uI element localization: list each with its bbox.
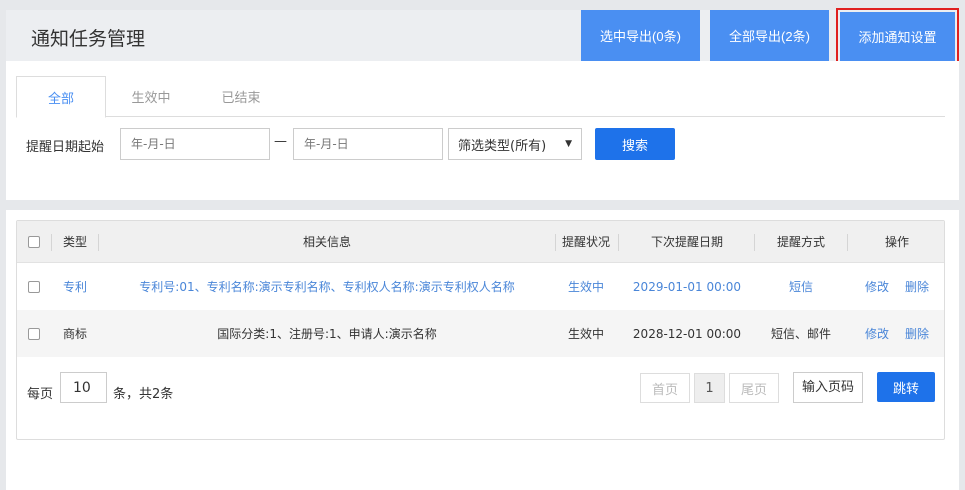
row-type: 商标	[63, 327, 88, 341]
row-actions: 修改 删除	[850, 310, 944, 357]
search-button[interactable]: 搜索	[595, 128, 675, 160]
table-panel: 类型 相关信息 提醒状况 下次提醒日期 提醒方式 操作 专利 专利号:01、专利…	[6, 210, 959, 490]
per-page-label: 每页	[27, 387, 54, 402]
column-divider	[754, 234, 755, 251]
row-next-date: 2029-01-01 00:00	[632, 279, 742, 294]
row-checkbox[interactable]	[28, 280, 40, 293]
edit-link[interactable]: 修改	[865, 278, 889, 295]
column-divider	[98, 234, 99, 251]
header-bar: 通知任务管理 选中导出(0条) 全部导出(2条) 添加通知设置	[6, 8, 959, 65]
start-date-input[interactable]	[120, 128, 270, 160]
date-range-label: 提醒日期起始	[26, 140, 105, 155]
table-row: 商标 国际分类:1、注册号:1、申请人:演示名称 生效中 2028-12-01 …	[17, 310, 944, 357]
row-actions: 修改 删除	[850, 263, 944, 310]
row-select-cell	[26, 263, 42, 310]
column-header-next-date: 下次提醒日期	[650, 235, 723, 249]
export-selected-button[interactable]: 选中导出(0条)	[581, 10, 700, 61]
type-filter-value: 筛选类型(所有)	[458, 138, 547, 154]
select-all-cell	[26, 221, 42, 262]
delete-link[interactable]: 删除	[905, 278, 929, 295]
export-all-button[interactable]: 全部导出(2条)	[710, 10, 829, 61]
row-type[interactable]: 专利	[57, 263, 97, 310]
row-method: 短信	[788, 280, 813, 294]
column-header-status: 提醒状况	[561, 235, 610, 249]
end-date-input[interactable]	[293, 128, 443, 160]
row-method: 短信、邮件	[770, 327, 831, 341]
tab-active[interactable]: 生效中	[116, 76, 186, 117]
per-page-input[interactable]	[60, 372, 107, 403]
status-tabs: 全部 生效中 已结束	[16, 76, 945, 118]
table-header: 类型 相关信息 提醒状况 下次提醒日期 提醒方式 操作	[17, 221, 944, 263]
table-row: 专利 专利号:01、专利名称:演示专利名称、专利权人名称:演示专利权人名称 生效…	[17, 263, 944, 310]
column-divider	[847, 234, 848, 251]
column-divider	[51, 234, 52, 251]
goto-page-input[interactable]	[793, 372, 863, 403]
row-checkbox[interactable]	[28, 327, 40, 340]
add-notification-setting-button[interactable]: 添加通知设置	[840, 12, 955, 61]
column-header-actions: 操作	[884, 235, 909, 249]
total-count-text: 条，共2条	[113, 387, 174, 402]
select-all-checkbox[interactable]	[28, 235, 40, 248]
page-number-button[interactable]: 1	[694, 373, 725, 403]
page-title: 通知任务管理	[31, 28, 146, 50]
last-page-button[interactable]: 尾页	[729, 373, 779, 403]
filter-panel: 全部 生效中 已结束 提醒日期起始 — 筛选类型(所有) ▼ 搜索	[6, 61, 959, 200]
row-next-date: 2028-12-01 00:00	[632, 326, 742, 341]
column-header-type: 类型	[63, 235, 88, 249]
row-select-cell	[26, 310, 42, 357]
row-info[interactable]: 专利号:01、专利名称:演示专利名称、专利权人名称:演示专利权人名称	[102, 263, 552, 310]
date-separator: —	[274, 134, 287, 149]
column-header-method: 提醒方式	[776, 235, 825, 249]
row-status: 生效中	[567, 327, 604, 341]
jump-button[interactable]: 跳转	[877, 372, 935, 402]
caret-down-icon: ▼	[565, 139, 572, 149]
column-divider	[618, 234, 619, 251]
tab-all[interactable]: 全部	[16, 76, 106, 118]
row-info: 国际分类:1、注册号:1、申请人:演示名称	[217, 327, 437, 341]
add-setting-highlight: 添加通知设置	[836, 8, 959, 65]
edit-link[interactable]: 修改	[865, 325, 889, 342]
first-page-button[interactable]: 首页	[640, 373, 690, 403]
row-status: 生效中	[567, 280, 604, 294]
tab-ended[interactable]: 已结束	[206, 76, 276, 117]
column-header-info: 相关信息	[302, 235, 351, 249]
type-filter-select[interactable]: 筛选类型(所有) ▼	[448, 128, 582, 160]
delete-link[interactable]: 删除	[905, 325, 929, 342]
task-table: 类型 相关信息 提醒状况 下次提醒日期 提醒方式 操作 专利 专利号:01、专利…	[16, 220, 945, 440]
